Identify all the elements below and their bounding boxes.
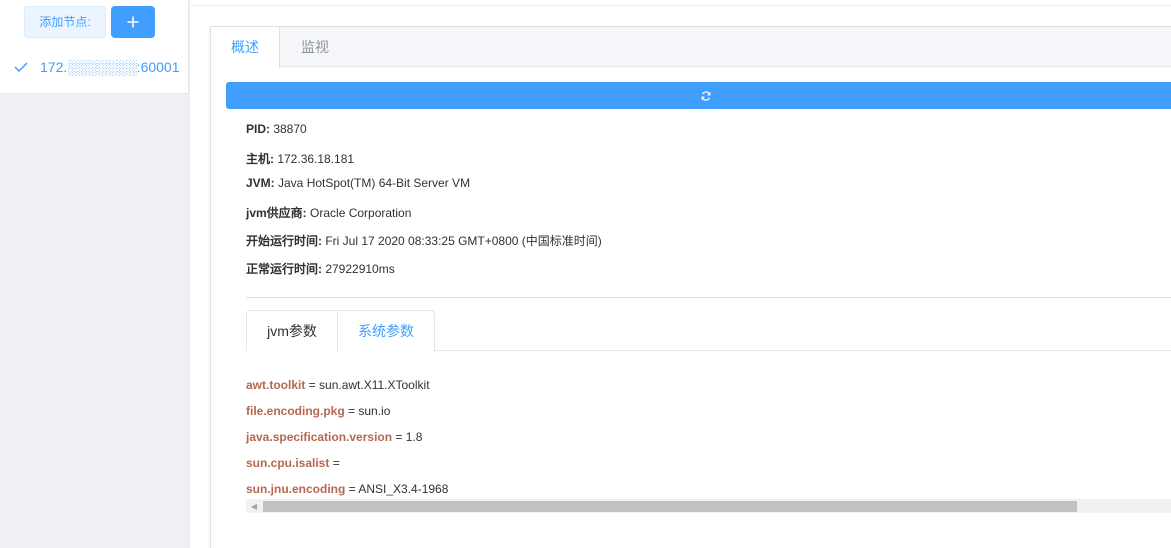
info-label: JVM: — [246, 176, 275, 190]
info-label: 开始运行时间: — [246, 234, 322, 248]
info-start-time: 开始运行时间: Fri Jul 17 2020 08:33:25 GMT+080… — [246, 232, 602, 249]
property-key: java.specification.version — [246, 430, 393, 444]
property-value: = sun.awt.X11.XToolkit — [305, 378, 430, 392]
info-label: jvm供应商: — [246, 206, 307, 220]
property-key: sun.jnu.encoding — [246, 482, 346, 496]
horizontal-scrollbar[interactable]: ◀ — [246, 499, 1171, 513]
node-item[interactable]: 172.░░░░░░░:60001 — [14, 57, 180, 77]
info-jvm-vendor: jvm供应商: Oracle Corporation — [246, 204, 411, 221]
info-value: Oracle Corporation — [306, 206, 412, 220]
add-node-label: 添加节点: — [24, 6, 106, 38]
info-value: 172.36.18.181 — [274, 152, 355, 166]
property-value: = sun.io — [344, 404, 391, 418]
divider — [246, 297, 1171, 298]
info-label: 主机: — [246, 152, 274, 166]
info-value: Fri Jul 17 2020 08:33:25 GMT+0800 (中国标准时… — [322, 234, 602, 248]
property-value: = ANSI_X3.4-1968 — [345, 482, 449, 496]
info-label: 正常运行时间: — [246, 262, 322, 276]
property-value: = — [329, 456, 340, 470]
refresh-button[interactable] — [226, 82, 1171, 109]
node-panel: 添加节点: 172.░░░░░░░:60001 — [0, 0, 189, 94]
add-node-button[interactable] — [111, 6, 155, 38]
scrollbar-thumb[interactable] — [263, 501, 1077, 512]
property-row: file.encoding.pkg = sun.io — [246, 404, 390, 418]
property-key: sun.cpu.isalist — [246, 456, 330, 470]
info-value: 27922910ms — [322, 262, 395, 276]
info-uptime: 正常运行时间: 27922910ms — [246, 260, 395, 277]
tab-overview[interactable]: 概述 — [211, 27, 280, 68]
property-value: = 1.8 — [392, 430, 423, 444]
property-row: sun.cpu.isalist = — [246, 456, 340, 470]
info-host: 主机: 172.36.18.181 — [246, 150, 354, 167]
check-icon — [14, 62, 28, 72]
main-panel: 概述 监视 PID: 38870 主机: 172.36.18.181 JVM: … — [210, 26, 1171, 548]
info-pid: PID: 38870 — [246, 122, 307, 136]
info-label: PID: — [246, 122, 270, 136]
property-row: java.specification.version = 1.8 — [246, 430, 422, 444]
tab-monitor[interactable]: 监视 — [280, 27, 350, 67]
info-jvm: JVM: Java HotSpot(TM) 64-Bit Server VM — [246, 176, 470, 190]
tab-system-props[interactable]: 系统参数 — [337, 310, 435, 352]
info-value: 38870 — [270, 122, 307, 136]
sidebar: 添加节点: 172.░░░░░░░:60001 — [0, 0, 190, 548]
property-row: sun.jnu.encoding = ANSI_X3.4-1968 — [246, 482, 448, 496]
property-row: awt.toolkit = sun.awt.X11.XToolkit — [246, 378, 430, 392]
scroll-left-icon[interactable]: ◀ — [246, 499, 262, 513]
tab-bar: 概述 监视 — [211, 27, 1171, 68]
info-value: Java HotSpot(TM) 64-Bit Server VM — [274, 176, 471, 190]
plus-icon — [127, 16, 139, 28]
property-tab-bar: jvm参数 系统参数 — [246, 310, 1171, 352]
property-key: awt.toolkit — [246, 378, 306, 392]
refresh-icon — [701, 90, 711, 101]
property-key: file.encoding.pkg — [246, 404, 345, 418]
tab-jvm-args[interactable]: jvm参数 — [246, 310, 338, 351]
node-address: 172.░░░░░░░:60001 — [40, 59, 180, 75]
